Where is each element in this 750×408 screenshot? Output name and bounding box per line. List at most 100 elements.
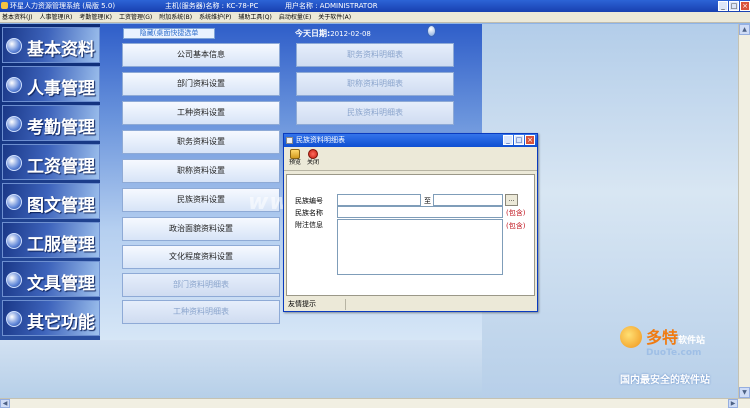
orb-icon bbox=[6, 116, 22, 132]
today-value: 2012-02-08 bbox=[330, 30, 371, 38]
to-label: 至 bbox=[424, 197, 431, 205]
help-icon[interactable] bbox=[427, 25, 436, 37]
ethnicity-report-dialog: 民族资料明细表 _ □ × 预览 关闭 民族编号 至 ... 民族名称 (包含)… bbox=[283, 133, 538, 312]
dialog-window-controls: _ □ × bbox=[503, 135, 535, 145]
dialog-form: 民族编号 至 ... 民族名称 (包含) 附注信息 (包含) bbox=[286, 174, 535, 296]
sidebar-item-attendance[interactable]: 考勤管理 bbox=[2, 105, 100, 141]
browse-button[interactable]: ... bbox=[505, 194, 518, 206]
brand-slogan: 国内最安全的软件站 bbox=[620, 375, 710, 386]
sidebar-item-uniforms[interactable]: 工服管理 bbox=[2, 222, 100, 258]
sidebar-item-other[interactable]: 其它功能 bbox=[2, 300, 100, 336]
sidebar-item-label: 文具管理 bbox=[27, 274, 95, 294]
note-textarea[interactable] bbox=[337, 219, 503, 275]
close-button[interactable]: × bbox=[740, 1, 750, 11]
code-to-input[interactable] bbox=[433, 194, 503, 206]
name-label: 民族名称 bbox=[295, 209, 323, 217]
sidebar-item-payroll[interactable]: 工资管理 bbox=[2, 144, 100, 180]
scroll-left-icon[interactable]: ◀ bbox=[0, 399, 10, 408]
preview-button[interactable]: 预览 bbox=[286, 149, 304, 169]
sidebar-item-label: 工资管理 bbox=[27, 157, 95, 177]
position-report-button[interactable]: 职务资料明细表 bbox=[296, 43, 454, 67]
today-label: 今天日期: bbox=[295, 29, 331, 38]
dialog-close-button[interactable]: × bbox=[525, 135, 535, 145]
dialog-minimize-button[interactable]: _ bbox=[503, 135, 513, 145]
close-label: 关闭 bbox=[306, 159, 319, 166]
brand-domain: DuoTe.com bbox=[646, 348, 702, 358]
menu-payroll[interactable]: 工资管理(G) bbox=[119, 12, 152, 22]
job-type-setup-button[interactable]: 工种资料设置 bbox=[122, 101, 280, 125]
job-type-report-button[interactable]: 工种资料明细表 bbox=[122, 300, 280, 324]
orb-icon bbox=[6, 233, 22, 249]
orb-icon bbox=[6, 155, 22, 171]
brand-logo-icon bbox=[620, 326, 642, 348]
dialog-maximize-button[interactable]: □ bbox=[514, 135, 524, 145]
sidebar-item-documents[interactable]: 图文管理 bbox=[2, 183, 100, 219]
menu-personnel[interactable]: 人事管理(R) bbox=[39, 12, 72, 22]
sidebar-item-label: 其它功能 bbox=[27, 313, 95, 333]
note-contains-note: (包含) bbox=[506, 222, 526, 230]
ethnicity-report-button[interactable]: 民族资料明细表 bbox=[296, 101, 454, 125]
code-from-input[interactable] bbox=[337, 194, 421, 206]
bottom-background bbox=[0, 340, 482, 398]
orb-icon bbox=[6, 194, 22, 210]
vertical-scrollbar[interactable]: ▲ ▼ bbox=[738, 24, 750, 398]
scroll-right-icon[interactable]: ▶ bbox=[728, 399, 738, 408]
menu-tools[interactable]: 辅助工具(Q) bbox=[238, 12, 271, 22]
sidebar-item-stationery[interactable]: 文具管理 bbox=[2, 261, 100, 297]
orb-icon bbox=[6, 272, 22, 288]
dialog-window-icon bbox=[286, 137, 293, 144]
name-contains-note: (包含) bbox=[506, 209, 526, 217]
menu-startup[interactable]: 启动权量(E) bbox=[279, 12, 311, 22]
menu-attendance[interactable]: 考勤管理(K) bbox=[79, 12, 112, 22]
sidebar-item-personnel[interactable]: 人事管理 bbox=[2, 66, 100, 102]
menu-addons[interactable]: 附加系统(B) bbox=[159, 12, 192, 22]
department-setup-button[interactable]: 部门资料设置 bbox=[122, 72, 280, 96]
sidebar-item-label: 图文管理 bbox=[27, 196, 95, 216]
position-setup-button[interactable]: 职务资料设置 bbox=[122, 130, 280, 154]
orb-icon bbox=[6, 311, 22, 327]
dialog-title: 民族资料明细表 bbox=[296, 136, 345, 144]
department-report-button[interactable]: 部门资料明细表 bbox=[122, 273, 280, 297]
minimize-button[interactable]: _ bbox=[718, 1, 728, 11]
orb-icon bbox=[6, 38, 22, 54]
dialog-title-bar: 民族资料明细表 _ □ × bbox=[284, 134, 537, 147]
menu-maintenance[interactable]: 系统维护(P) bbox=[199, 12, 231, 22]
sidebar-item-label: 人事管理 bbox=[27, 79, 95, 99]
app-title: 环星人力资源管理系统 (局版 5.0) bbox=[10, 2, 116, 10]
sidebar-item-basic-data[interactable]: 基本资料 bbox=[2, 27, 100, 63]
window-controls: _ □ × bbox=[718, 0, 750, 11]
close-report-button[interactable]: 关闭 bbox=[304, 149, 322, 169]
stop-icon bbox=[308, 149, 318, 159]
preview-label: 预览 bbox=[288, 159, 301, 166]
company-info-button[interactable]: 公司基本信息 bbox=[122, 43, 280, 67]
code-label: 民族编号 bbox=[295, 197, 323, 205]
scroll-down-icon[interactable]: ▼ bbox=[739, 387, 750, 398]
brand-watermark: 多特软件站 DuoTe.com 国内最安全的软件站 bbox=[620, 326, 748, 394]
sidebar-item-label: 考勤管理 bbox=[27, 118, 95, 138]
brand-name: 多特软件站 bbox=[646, 328, 706, 347]
menu-basic-data[interactable]: 基本资料(J) bbox=[2, 12, 32, 22]
sidebar-item-label: 工服管理 bbox=[27, 235, 95, 255]
political-status-setup-button[interactable]: 政治面貌资料设置 bbox=[122, 217, 280, 241]
maximize-button[interactable]: □ bbox=[729, 1, 739, 11]
note-label: 附注信息 bbox=[295, 221, 323, 229]
name-input[interactable] bbox=[337, 206, 503, 218]
today-date: 今天日期:2012-02-08 bbox=[295, 28, 371, 39]
dialog-toolbar: 预览 关闭 bbox=[284, 147, 537, 171]
user-name: 用户名称 : ADMINISTRATOR bbox=[285, 2, 378, 10]
scroll-up-icon[interactable]: ▲ bbox=[739, 24, 750, 35]
orb-icon bbox=[6, 77, 22, 93]
sidebar: 基本资料 人事管理 考勤管理 工资管理 图文管理 工服管理 文具管理 其它功能 bbox=[0, 24, 100, 340]
menu-bar: 基本资料(J) 人事管理(R) 考勤管理(K) 工资管理(G) 附加系统(B) … bbox=[0, 12, 750, 23]
hide-shortcut-tag[interactable]: 隐藏(桌面快捷选单 bbox=[123, 28, 215, 39]
title-report-button[interactable]: 职称资料明细表 bbox=[296, 72, 454, 96]
brand-sub: 软件站 bbox=[678, 336, 706, 346]
horizontal-scrollbar[interactable]: ◀ ▶ bbox=[0, 398, 750, 408]
title-setup-button[interactable]: 职称资料设置 bbox=[122, 159, 280, 183]
menu-about[interactable]: 关于软件(A) bbox=[318, 12, 351, 22]
dialog-status-bar: 友情提示 bbox=[286, 299, 346, 310]
preview-icon bbox=[290, 149, 300, 159]
education-setup-button[interactable]: 文化程度资料设置 bbox=[122, 245, 280, 269]
app-logo-icon bbox=[1, 2, 8, 9]
host-name: 主机(服务器)名称 : KC-78-PC bbox=[165, 2, 259, 10]
